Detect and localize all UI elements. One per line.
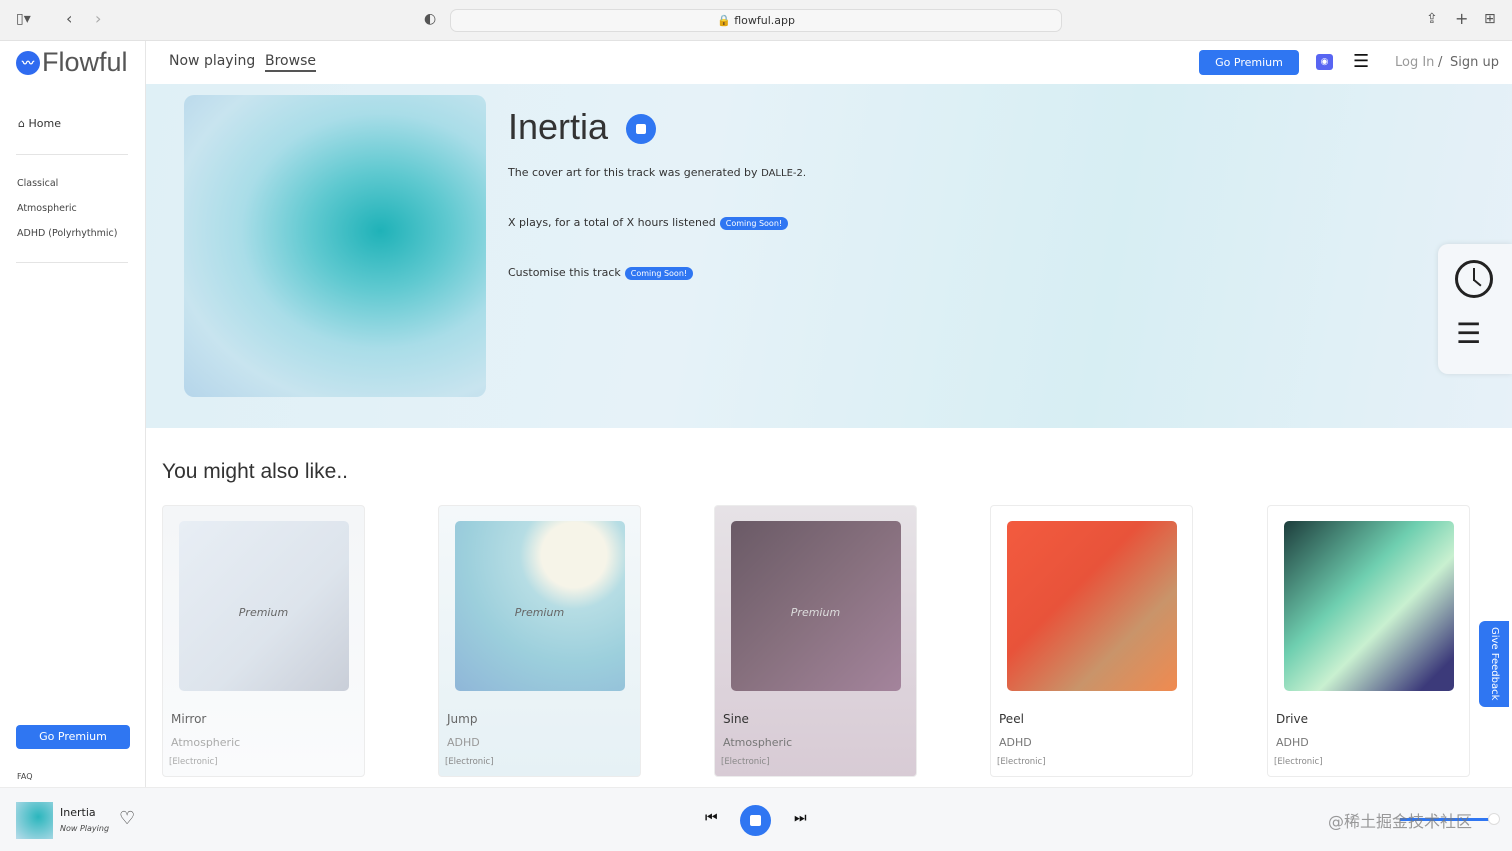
- card-art: [1007, 521, 1177, 691]
- sidebar-toggle-icon[interactable]: ▯▾: [16, 11, 31, 27]
- login-link[interactable]: Log In: [1395, 55, 1434, 70]
- track-card-drive[interactable]: Drive ADHD [Electronic]: [1267, 505, 1470, 777]
- forward-icon[interactable]: ›: [95, 9, 101, 28]
- credit-line: The cover art for this track was generat…: [508, 166, 806, 179]
- sidebar-item-atmospheric[interactable]: Atmospheric: [17, 203, 77, 214]
- faq-link[interactable]: FAQ: [17, 772, 33, 781]
- card-title: Sine: [723, 712, 749, 726]
- now-playing-thumbnail: [16, 802, 53, 839]
- track-card-mirror[interactable]: Premium Mirror Atmospheric [Electronic]: [162, 505, 365, 777]
- card-title: Drive: [1276, 712, 1308, 726]
- url-text: flowful.app: [734, 14, 795, 27]
- give-feedback-button[interactable]: Give Feedback: [1479, 621, 1509, 707]
- player-stop-button[interactable]: [740, 805, 771, 836]
- track-card-sine[interactable]: Premium Sine Atmospheric [Electronic]: [714, 505, 917, 777]
- card-genre: ADHD: [447, 736, 480, 749]
- player-track-title: Inertia: [60, 806, 96, 819]
- tab-now-playing[interactable]: Now playing: [169, 53, 255, 69]
- menu-icon[interactable]: ☰: [1353, 51, 1369, 72]
- premium-label: Premium: [514, 606, 565, 619]
- card-tag: [Electronic]: [169, 757, 218, 767]
- side-panel: ☰: [1438, 244, 1512, 374]
- sidebar-go-premium-button[interactable]: Go Premium: [16, 725, 130, 749]
- dalle-link[interactable]: DALLE-2.: [761, 168, 806, 179]
- home-icon: ⌂: [18, 117, 25, 130]
- card-title: Jump: [447, 712, 478, 726]
- history-clock-icon[interactable]: [1455, 260, 1493, 298]
- browser-toolbar: ▯▾ ‹ › ◐ 🔒 flowful.app ⇪ + ⊞: [0, 0, 1512, 41]
- go-premium-button[interactable]: Go Premium: [1199, 50, 1299, 75]
- track-card-peel[interactable]: Peel ADHD [Electronic]: [990, 505, 1193, 777]
- queue-list-icon[interactable]: ☰: [1456, 320, 1481, 348]
- coming-soon-badge: Coming Soon!: [719, 216, 789, 230]
- track-hero: Inertia The cover art for this track was…: [146, 84, 1512, 428]
- top-nav: Now playing Browse Go Premium ◉ ☰ Log In…: [146, 41, 1512, 84]
- logo[interactable]: 〰 Flowful: [16, 47, 128, 78]
- track-title: Inertia: [508, 106, 609, 147]
- player-subtitle: Now Playing: [60, 824, 110, 833]
- new-tab-icon[interactable]: +: [1455, 9, 1468, 28]
- card-art: [1284, 521, 1454, 691]
- logo-text: Flowful: [42, 47, 128, 77]
- card-genre: Atmospheric: [723, 736, 793, 749]
- divider: [16, 154, 128, 155]
- card-tag: [Electronic]: [721, 757, 770, 767]
- home-label: Home: [28, 117, 61, 130]
- back-icon[interactable]: ‹: [66, 9, 72, 28]
- player-bar: Inertia Now Playing ♡ ⏮ ⏭ @稀土掘金技术社区: [0, 787, 1512, 851]
- discord-icon[interactable]: ◉: [1316, 54, 1333, 70]
- heart-icon[interactable]: ♡: [119, 808, 135, 829]
- previous-icon[interactable]: ⏮: [705, 810, 718, 826]
- card-genre: Atmospheric: [171, 736, 241, 749]
- customise-line: Customise this track Coming Soon!: [508, 266, 694, 280]
- premium-label: Premium: [790, 606, 841, 619]
- track-card-jump[interactable]: Premium Jump ADHD [Electronic]: [438, 505, 641, 777]
- tabs-overview-icon[interactable]: ⊞: [1484, 11, 1496, 27]
- volume-handle[interactable]: [1488, 813, 1500, 825]
- tab-browse[interactable]: Browse: [265, 53, 316, 72]
- logo-icon: 〰: [16, 50, 40, 75]
- sidebar-item-classical[interactable]: Classical: [17, 178, 58, 189]
- share-icon[interactable]: ⇪: [1426, 11, 1438, 27]
- coming-soon-badge: Coming Soon!: [624, 266, 694, 280]
- next-icon[interactable]: ⏭: [794, 810, 807, 826]
- card-tag: [Electronic]: [997, 757, 1046, 767]
- card-tag: [Electronic]: [445, 757, 494, 767]
- separator: /: [1438, 55, 1443, 70]
- card-genre: ADHD: [999, 736, 1032, 749]
- divider: [16, 262, 128, 263]
- card-tag: [Electronic]: [1274, 757, 1323, 767]
- address-bar[interactable]: 🔒 flowful.app: [450, 9, 1062, 32]
- stop-button[interactable]: [626, 114, 656, 144]
- customise-text: Customise this track: [508, 266, 621, 279]
- card-genre: ADHD: [1276, 736, 1309, 749]
- signup-link[interactable]: Sign up: [1450, 55, 1499, 70]
- sidebar-item-adhd[interactable]: ADHD (Polyrhythmic): [17, 228, 117, 239]
- plays-text: X plays, for a total of X hours listened: [508, 216, 716, 229]
- section-title: You might also like..: [162, 460, 348, 483]
- cover-art: [184, 95, 486, 397]
- watermark: @稀土掘金技术社区: [1328, 812, 1473, 831]
- plays-line: X plays, for a total of X hours listened…: [508, 216, 789, 230]
- sidebar: 〰 Flowful ⌂ Home Classical Atmospheric AD…: [0, 41, 146, 787]
- sidebar-item-home[interactable]: ⌂ Home: [18, 117, 61, 130]
- card-title: Mirror: [171, 712, 207, 726]
- credit-text: The cover art for this track was generat…: [508, 166, 758, 179]
- premium-label: Premium: [238, 606, 289, 619]
- shield-icon[interactable]: ◐: [424, 11, 436, 27]
- card-title: Peel: [999, 712, 1024, 726]
